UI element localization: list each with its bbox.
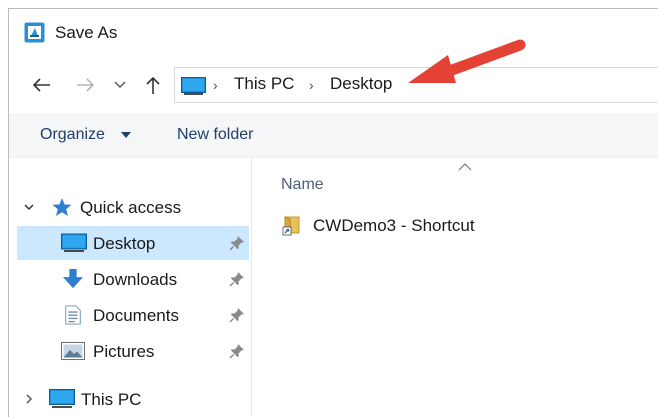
this-pc-icon [181, 77, 206, 95]
pin-icon[interactable] [229, 235, 245, 251]
organize-button[interactable]: Organize [40, 126, 105, 144]
sidebar-item-pictures[interactable]: Pictures [9, 334, 249, 368]
title-bar: Save As [9, 9, 658, 55]
download-arrow-icon [63, 269, 83, 289]
navigation-row: › This PC › Desktop [9, 67, 658, 103]
pin-icon[interactable] [229, 271, 245, 287]
caret-down-icon [121, 132, 131, 138]
sidebar-item-documents[interactable]: Documents [9, 298, 249, 332]
star-icon [52, 198, 72, 216]
document-icon [65, 305, 81, 325]
sidebar-item-label: Desktop [93, 234, 156, 253]
chevron-right-icon[interactable] [23, 393, 35, 405]
sort-ascending-icon [458, 163, 472, 171]
sidebar-item-downloads[interactable]: Downloads [9, 262, 249, 296]
column-header-name[interactable]: Name [281, 176, 324, 194]
new-folder-button[interactable]: New folder [177, 126, 253, 144]
back-button[interactable] [29, 73, 53, 97]
save-as-app-icon [24, 22, 45, 43]
pictures-icon [61, 342, 85, 360]
breadcrumb-separator: › [213, 77, 218, 93]
this-pc-item[interactable]: This PC [9, 382, 249, 416]
navigation-pane: Quick access Desktop Downloads Documents… [9, 158, 252, 417]
breadcrumb-this-pc[interactable]: This PC [234, 74, 294, 94]
save-as-dialog: Save As › This PC › Desktop Organize New… [8, 8, 658, 417]
sidebar-item-label: Pictures [93, 342, 155, 361]
file-item[interactable]: CWDemo3 - Shortcut [277, 210, 537, 240]
pin-icon[interactable] [229, 343, 245, 359]
command-bar: Organize New folder [9, 113, 658, 158]
arrow-left-icon [32, 78, 50, 92]
pin-icon[interactable] [229, 307, 245, 323]
sidebar-item-label: Documents [93, 306, 179, 325]
sidebar-item-label: Downloads [93, 270, 178, 289]
quick-access-label: Quick access [80, 198, 182, 217]
up-button[interactable] [141, 73, 165, 97]
arrow-right-icon [77, 78, 95, 92]
this-pc-label: This PC [81, 390, 142, 409]
chevron-down-icon [114, 81, 126, 88]
arrow-up-icon [146, 76, 160, 94]
recent-locations-button[interactable] [112, 73, 128, 97]
breadcrumb-desktop[interactable]: Desktop [330, 74, 392, 94]
desktop-icon [61, 233, 87, 252]
folder-shortcut-icon [282, 216, 300, 236]
window-title: Save As [55, 23, 118, 42]
breadcrumb-separator: › [309, 77, 314, 93]
computer-icon [49, 389, 75, 408]
chevron-down-icon[interactable] [23, 201, 35, 213]
file-name: CWDemo3 - Shortcut [313, 216, 475, 235]
annotation-arrow [408, 39, 526, 83]
sidebar-item-desktop[interactable]: Desktop [17, 226, 249, 260]
file-list-pane: Name CWDemo3 - Shortcut [253, 158, 658, 417]
quick-access-item[interactable]: Quick access [9, 190, 249, 224]
forward-button[interactable] [74, 73, 98, 97]
